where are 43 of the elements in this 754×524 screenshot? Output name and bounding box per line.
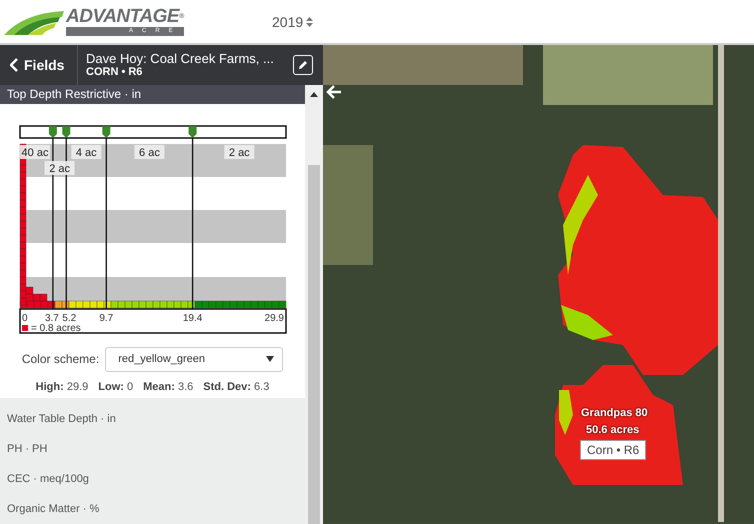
scrollbar[interactable] (305, 85, 323, 524)
field-area: 50.6 acres (586, 424, 640, 436)
range-label: 40 ac (20, 144, 50, 159)
caret-down-icon (266, 356, 274, 362)
axis-tick-label: 3.7 (44, 312, 59, 324)
pencil-icon (298, 60, 308, 70)
stat-text: Low: 0 (98, 380, 134, 393)
axis-tick-label: 0 (22, 312, 28, 324)
axis-tick-label: 19.4 (182, 312, 202, 324)
layer-item[interactable]: PH · PH (7, 434, 298, 464)
layer-item[interactable]: CEC · meq/100g (7, 464, 298, 494)
axis-tick-label: 9.7 (99, 312, 114, 324)
range-label: 6 ac (134, 144, 164, 159)
layer-title[interactable]: Top Depth Restrictive · in (0, 85, 305, 104)
legend-swatch-icon (22, 324, 28, 331)
color-scheme-label: Color scheme: (22, 352, 100, 366)
year-selector[interactable]: 2019 (272, 14, 314, 30)
crop-stage: CORN • R6 (86, 66, 144, 79)
crop-tag: Corn • R6 (580, 440, 646, 460)
color-scheme-select[interactable]: red_yellow_green (105, 346, 284, 372)
layer-item[interactable]: Organic Matter · % (7, 494, 298, 524)
range-label: 4 ac (71, 144, 102, 159)
aerial-map[interactable]: Grandpas 80 50.6 acres Corn • R6 (323, 45, 754, 524)
sort-arrows-icon (306, 16, 314, 26)
caret-up-icon (310, 92, 318, 96)
field-name: Grandpas 80 (581, 407, 648, 419)
stat-text: High: 29.9 (36, 380, 88, 393)
chevron-left-icon (10, 58, 18, 72)
slider-handle[interactable] (48, 126, 57, 138)
axis-tick-label: 5.2 (62, 312, 76, 324)
slider-handle[interactable] (62, 126, 70, 138)
stat-text: Mean: 3.6 (143, 380, 194, 393)
axis-tick-label: 29.9 (264, 312, 284, 324)
edit-button[interactable] (293, 55, 313, 75)
layer-item[interactable]: Water Table Depth · in (7, 404, 298, 434)
range-label: 2 ac (44, 160, 75, 175)
range-label: 2 ac (224, 144, 254, 159)
road-swoosh-icon (4, 8, 64, 34)
legend-text: = 0.8 acres (31, 322, 81, 334)
field-title: Dave Hoy: Coal Creek Farms, ... (86, 51, 275, 66)
slider-handle[interactable] (188, 126, 197, 138)
slider-handle[interactable] (102, 126, 110, 138)
stat-text: Std. Dev: 6.3 (203, 380, 270, 393)
